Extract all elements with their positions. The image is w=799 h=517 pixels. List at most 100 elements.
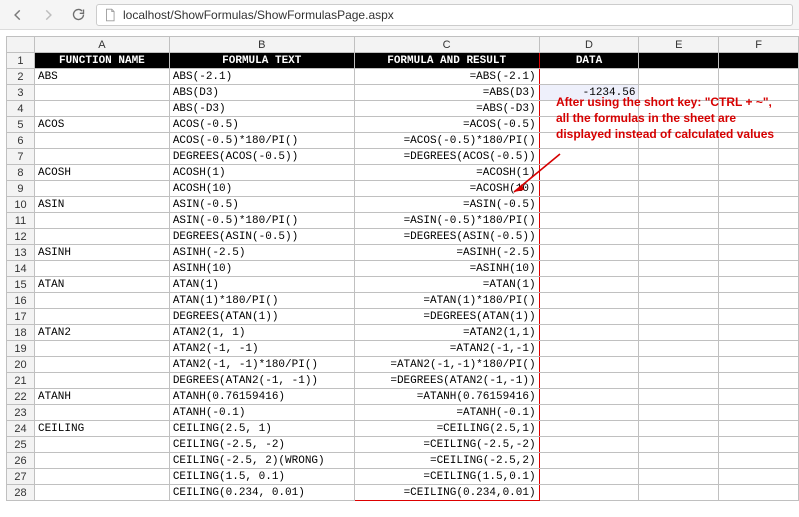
cell[interactable]: CEILING(2.5, 1) [169,421,354,437]
cell[interactable] [639,53,719,69]
address-bar[interactable]: localhost/ShowFormulas/ShowFormulasPage.… [96,4,793,26]
cell[interactable]: =ASIN(-0.5) [354,197,539,213]
row-header[interactable]: 7 [7,149,35,165]
cell[interactable] [639,69,719,85]
cell[interactable] [719,213,799,229]
cell[interactable] [719,69,799,85]
cell[interactable]: ASINH [34,245,169,261]
cell[interactable] [539,261,639,277]
row-header[interactable]: 14 [7,261,35,277]
cell[interactable]: =ATANH(0.76159416) [354,389,539,405]
cell[interactable] [639,469,719,485]
cell[interactable] [539,437,639,453]
cell[interactable] [539,69,639,85]
cell[interactable]: =ABS(D3) [354,85,539,101]
cell[interactable] [639,245,719,261]
cell[interactable] [539,229,639,245]
cell[interactable] [639,213,719,229]
col-header-A[interactable]: A [34,37,169,53]
cell[interactable]: =DEGREES(ATAN(1)) [354,309,539,325]
cell[interactable] [639,389,719,405]
cell[interactable] [34,229,169,245]
cell[interactable]: ATAN2(1, 1) [169,325,354,341]
cell[interactable] [639,165,719,181]
row-header[interactable]: 2 [7,69,35,85]
cell[interactable] [639,149,719,165]
cell[interactable]: ATANH(-0.1) [169,405,354,421]
cell[interactable] [34,293,169,309]
cell[interactable] [539,309,639,325]
cell[interactable] [719,165,799,181]
cell[interactable]: CEILING(1.5, 0.1) [169,469,354,485]
cell[interactable] [539,421,639,437]
cell[interactable] [34,85,169,101]
cell[interactable] [34,357,169,373]
row-header[interactable]: 26 [7,453,35,469]
cell[interactable]: =DEGREES(ASIN(-0.5)) [354,229,539,245]
cell[interactable] [539,293,639,309]
cell[interactable]: =ATAN(1) [354,277,539,293]
cell[interactable] [34,149,169,165]
cell[interactable]: CEILING(-2.5, 2)(WRONG) [169,453,354,469]
row-header[interactable]: 4 [7,101,35,117]
row-header[interactable]: 3 [7,85,35,101]
cell[interactable]: CEILING(0.234, 0.01) [169,485,354,501]
cell[interactable] [719,389,799,405]
cell[interactable]: -1234.56 [539,85,639,101]
cell[interactable] [719,373,799,389]
cell[interactable]: =ACOSH(1) [354,165,539,181]
cell[interactable] [639,117,719,133]
cell[interactable] [719,229,799,245]
cell[interactable]: =ABS(-D3) [354,101,539,117]
cell[interactable]: =ACOS(-0.5)*180/PI() [354,133,539,149]
cell[interactable] [719,149,799,165]
row-header[interactable]: 10 [7,197,35,213]
cell[interactable]: =ASINH(10) [354,261,539,277]
cell[interactable] [719,181,799,197]
cell[interactable] [719,117,799,133]
cell[interactable] [639,405,719,421]
cell[interactable]: =CEILING(1.5,0.1) [354,469,539,485]
cell[interactable] [719,325,799,341]
select-all-corner[interactable] [7,37,35,53]
row-header[interactable]: 8 [7,165,35,181]
col-header-E[interactable]: E [639,37,719,53]
cell[interactable]: FUNCTION NAME [34,53,169,69]
row-header[interactable]: 19 [7,341,35,357]
col-header-D[interactable]: D [539,37,639,53]
cell[interactable]: =ATAN2(-1,-1) [354,341,539,357]
row-header[interactable]: 12 [7,229,35,245]
cell[interactable]: =ATAN2(-1,-1)*180/PI() [354,357,539,373]
cell[interactable]: ATAN [34,277,169,293]
cell[interactable] [639,421,719,437]
cell[interactable] [639,277,719,293]
cell[interactable]: ATAN2 [34,325,169,341]
cell[interactable]: DEGREES(ATAN(1)) [169,309,354,325]
cell[interactable]: ASIN(-0.5) [169,197,354,213]
cell[interactable]: FORMULA TEXT [169,53,354,69]
cell[interactable] [539,117,639,133]
cell[interactable]: ATAN2(-1, -1) [169,341,354,357]
cell[interactable] [639,341,719,357]
cell[interactable]: =ATAN2(1,1) [354,325,539,341]
cell[interactable] [34,181,169,197]
cell[interactable] [539,405,639,421]
cell[interactable]: ABS(-2.1) [169,69,354,85]
cell[interactable] [34,453,169,469]
back-button[interactable] [6,3,30,27]
cell[interactable]: ACOSH [34,165,169,181]
cell[interactable]: ABS(-D3) [169,101,354,117]
row-header[interactable]: 28 [7,485,35,501]
row-header[interactable]: 21 [7,373,35,389]
cell[interactable]: ACOS [34,117,169,133]
row-header[interactable]: 16 [7,293,35,309]
cell[interactable] [719,133,799,149]
cell[interactable]: ASINH(-2.5) [169,245,354,261]
row-header[interactable]: 23 [7,405,35,421]
cell[interactable] [34,485,169,501]
cell[interactable]: ACOS(-0.5) [169,117,354,133]
cell[interactable]: ATANH(0.76159416) [169,389,354,405]
row-header[interactable]: 24 [7,421,35,437]
cell[interactable]: ACOSH(1) [169,165,354,181]
cell[interactable]: ASIN(-0.5)*180/PI() [169,213,354,229]
